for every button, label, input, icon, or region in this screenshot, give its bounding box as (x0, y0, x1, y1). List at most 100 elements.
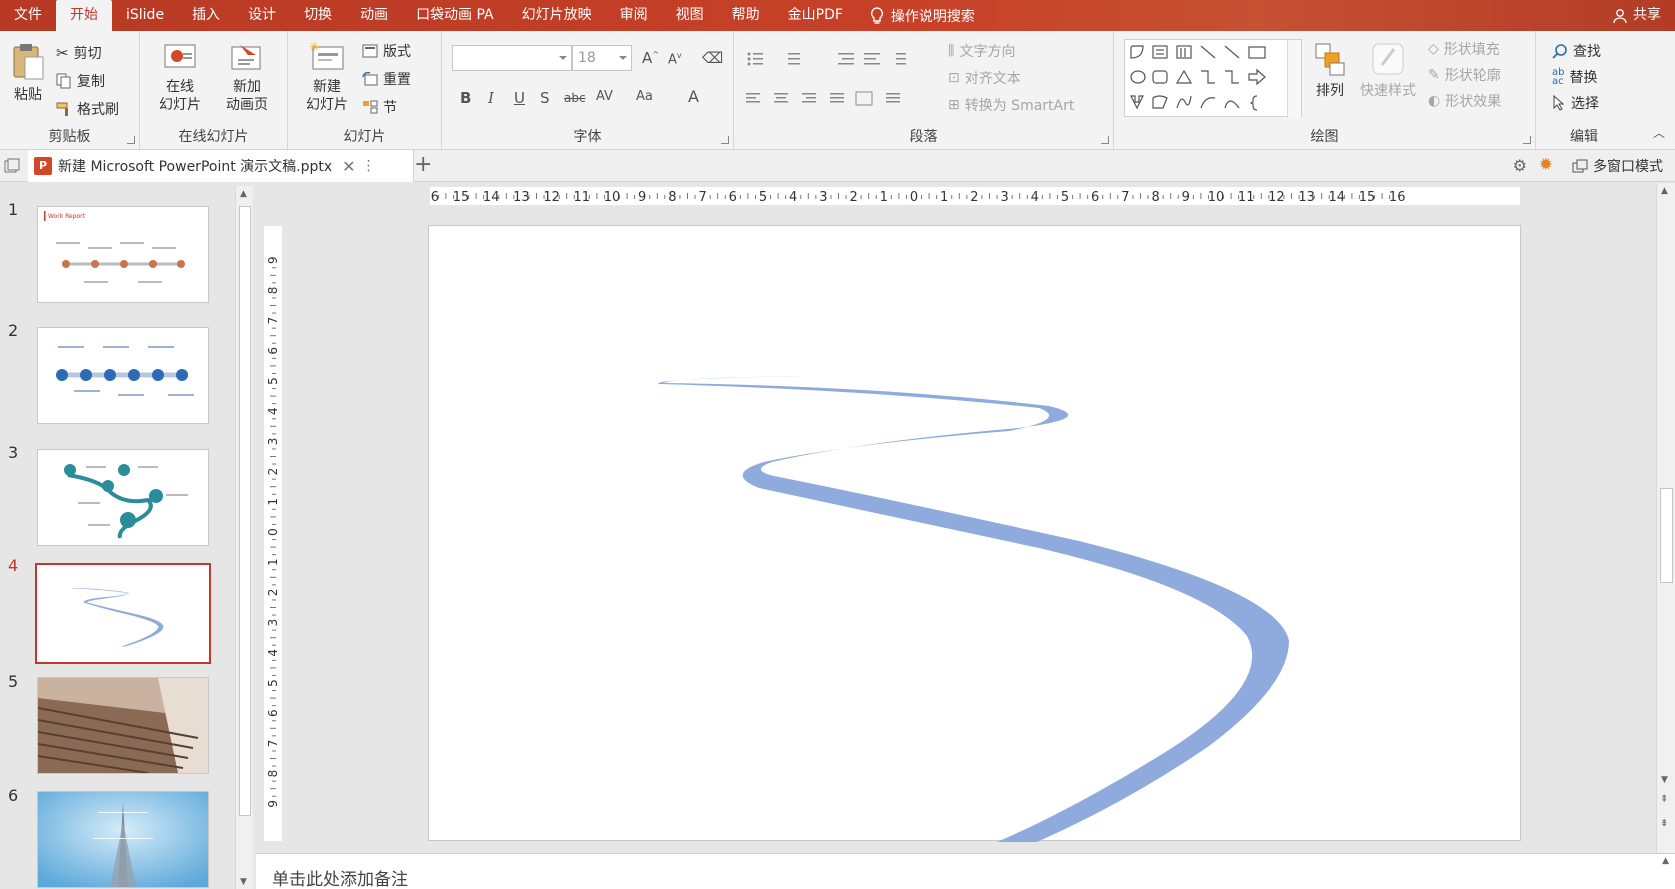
tab-islide[interactable]: iSlide (112, 0, 178, 31)
tab-view[interactable]: 视图 (662, 0, 718, 31)
shrink-font-button[interactable]: Av (668, 51, 682, 67)
slide-thumbnail-6[interactable] (37, 791, 209, 888)
ruler-tick-label: 1 (940, 190, 948, 205)
notes-pane[interactable]: 单击此处添加备注 ▲ (256, 853, 1675, 889)
scroll-up-icon[interactable]: ▲ (240, 189, 247, 199)
multi-window-button[interactable]: 多窗口模式 (1572, 150, 1663, 182)
vertical-ruler[interactable]: 9 8 7 6 5 4 3 2 1 0 1 2 3 4 5 6 7 8 9 (264, 226, 282, 841)
italic-button[interactable]: I (488, 89, 494, 107)
text-direction-button[interactable]: ⫼ 文字方向 (948, 41, 1015, 61)
previous-slide-icon[interactable]: ⇞ (1660, 795, 1668, 805)
grow-font-button[interactable]: A^ (642, 49, 659, 67)
new-tab-plus-icon[interactable]: + (414, 152, 432, 177)
font-size-combo[interactable]: 18 (572, 45, 632, 71)
select-button[interactable]: 选择 (1552, 93, 1599, 113)
bold-button[interactable]: B (460, 89, 471, 107)
shape-outline-label: 形状轮廓 (1444, 68, 1501, 84)
slide-number: 4 (8, 556, 19, 575)
horizontal-ruler[interactable]: 1615141312111098765432101234567891011121… (430, 187, 1520, 205)
scroll-down-icon[interactable]: ▼ (1661, 775, 1668, 785)
find-label: 查找 (1573, 44, 1601, 60)
thumbnail-scroll-thumb[interactable] (239, 206, 251, 816)
tab-kingsoft-pdf[interactable]: 金山PDF (774, 0, 857, 31)
shape-outline-button[interactable]: ✎ 形状轮廓 (1428, 65, 1501, 85)
shapes-gallery[interactable] (1124, 39, 1302, 118)
font-name-combo[interactable] (452, 45, 572, 71)
cut-button[interactable]: ✂ 剪切 (56, 43, 102, 63)
paste-button[interactable]: 粘贴 (8, 41, 48, 104)
ruler-tick-label: 15 (1359, 190, 1376, 205)
share-button[interactable]: 共享 (1612, 0, 1661, 31)
format-painter-button[interactable]: 格式刷 (56, 99, 119, 119)
paste-label: 粘贴 (14, 87, 42, 103)
close-icon[interactable]: ✕ (342, 157, 355, 176)
tab-file[interactable]: 文件 (0, 0, 56, 31)
underline-button[interactable]: U (514, 89, 525, 107)
reset-button[interactable]: 重置 (362, 69, 411, 89)
next-slide-icon[interactable]: ⇟ (1660, 819, 1668, 829)
shape-icons (1130, 45, 1266, 111)
bullets-icon[interactable] (746, 51, 926, 67)
find-button[interactable]: 查找 (1552, 41, 1601, 61)
current-slide[interactable] (428, 225, 1522, 842)
tab-home[interactable]: 开始 (56, 0, 112, 31)
tab-insert[interactable]: 插入 (178, 0, 234, 31)
new-slide-button[interactable]: ✳ 新建 幻灯片 (298, 40, 356, 114)
font-dialog-launcher[interactable] (721, 136, 729, 144)
font-group: 18 A^ Av ⌫ B I U S abc AV Aa A 字体 (442, 31, 734, 150)
document-tab[interactable]: P 新建 Microsoft PowerPoint 演示文稿.pptx ✕ ⋮ (28, 150, 414, 182)
brush-icon (56, 102, 68, 116)
tab-design[interactable]: 设计 (234, 0, 290, 31)
slide-thumbnail-5[interactable] (37, 677, 209, 774)
tab-animations[interactable]: 动画 (346, 0, 402, 31)
smartart-button[interactable]: ⊞ 转换为 SmartArt (948, 95, 1074, 115)
tab-pocket-animation[interactable]: 口袋动画 PA (402, 0, 508, 31)
ruler-tick-label: 14 (483, 190, 500, 205)
tab-more-icon[interactable]: ⋮ (362, 158, 376, 174)
slide-thumbnail-4[interactable] (35, 563, 211, 664)
online-slides-button[interactable]: 在线 幻灯片 (150, 43, 210, 114)
scroll-up-icon[interactable]: ▲ (1661, 186, 1668, 196)
new-animation-page-button[interactable]: 新加 动画页 (214, 43, 280, 114)
thumbnail-scrollbar[interactable]: ▲ ▼ (235, 186, 253, 889)
drawing-dialog-launcher[interactable] (1523, 136, 1531, 144)
quick-styles-button[interactable]: 快速样式 (1354, 41, 1422, 100)
section-button[interactable]: 节 (362, 97, 397, 117)
notes-scroll-up-icon[interactable]: ▲ (1662, 856, 1669, 866)
arrange-button[interactable]: 排列 (1308, 41, 1352, 100)
shadow-button[interactable]: S (540, 89, 550, 107)
sun-icon[interactable]: ✹ (1539, 155, 1553, 175)
settings-gear-icon[interactable]: ⚙ (1513, 156, 1527, 175)
scroll-down-icon[interactable]: ▼ (240, 877, 247, 887)
clipboard-dialog-launcher[interactable] (127, 136, 135, 144)
collapse-ribbon-icon[interactable]: ︿ (1653, 124, 1665, 141)
slide-thumbnail-2[interactable] (37, 327, 209, 424)
shape-fill-button[interactable]: ◇ 形状填充 (1428, 39, 1500, 59)
tab-review[interactable]: 审阅 (606, 0, 662, 31)
gallery-scrollbar[interactable] (1287, 40, 1301, 118)
slide-thumbnail-1[interactable]: Work Report (37, 206, 209, 303)
character-spacing-button[interactable]: AV (596, 89, 613, 104)
winding-road-curve[interactable] (429, 226, 1522, 842)
paragraph-dialog-launcher[interactable] (1101, 136, 1109, 144)
replace-button[interactable]: ab ac 替换 (1552, 67, 1597, 87)
editor-scroll-thumb[interactable] (1660, 488, 1673, 583)
tab-slideshow[interactable]: 幻灯片放映 (508, 0, 606, 31)
alignment-icons[interactable] (746, 91, 926, 107)
tab-transitions[interactable]: 切换 (290, 0, 346, 31)
tab-list-icon[interactable] (4, 158, 20, 174)
clear-formatting-icon[interactable]: ⌫ (702, 49, 723, 67)
copy-button[interactable]: 复制 (56, 71, 105, 91)
layout-button[interactable]: 版式 (362, 41, 411, 61)
editor-scrollbar[interactable]: ▲ ▼ ⇞ ⇟ (1656, 183, 1675, 853)
strikethrough-button[interactable]: abc (564, 91, 586, 105)
tell-me-search[interactable]: 操作说明搜索 (857, 6, 987, 26)
change-case-button[interactable]: Aa (636, 89, 653, 104)
align-text-button[interactable]: ⊡ 对齐文本 (948, 68, 1021, 88)
shape-effects-button[interactable]: ◐ 形状效果 (1428, 91, 1501, 111)
curve-shape[interactable] (658, 376, 1289, 842)
font-color-button[interactable]: A (688, 87, 699, 106)
tab-help[interactable]: 帮助 (718, 0, 774, 31)
ruler-tick-label: 4 (266, 407, 280, 415)
slide-thumbnail-3[interactable] (37, 449, 209, 546)
